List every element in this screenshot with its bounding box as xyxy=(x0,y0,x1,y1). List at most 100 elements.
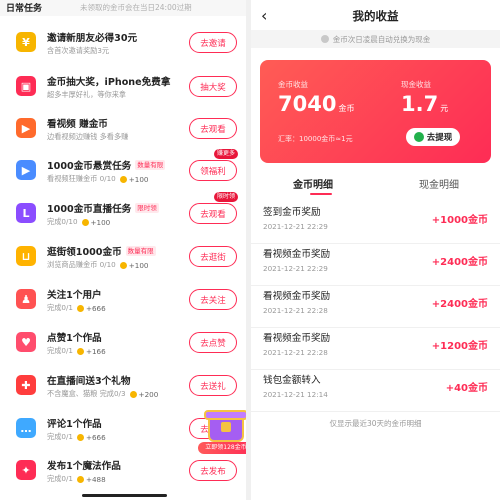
task-subtitle-text: 边看视频边赚钱 多看多赚 xyxy=(47,132,129,141)
task-subtitle: 完成0/1 +666 xyxy=(47,303,106,313)
info-icon xyxy=(320,35,329,43)
coin-icon xyxy=(76,433,84,441)
coin-icon xyxy=(129,390,137,398)
coin-icon xyxy=(76,347,84,355)
cash-unit: 元 xyxy=(440,104,449,113)
task-action-button[interactable]: 领福利 xyxy=(189,160,237,181)
gift-box-icon: ▣ xyxy=(16,76,36,96)
daily-tasks-panel: 日常任务 未领取的金币会在当日24:00过期 ¥ 邀请新朋友必得30元 含首次邀请奖… xyxy=(0,0,246,500)
coin-icon xyxy=(119,175,127,183)
task-subtitle: 浏览商品赚金币 0/10 +100 xyxy=(47,260,149,270)
record-date: 2021-12-21 22:28 xyxy=(263,348,328,357)
task-action-button[interactable]: 去观看 xyxy=(189,118,237,139)
task-tag: 数量有限 xyxy=(135,160,166,170)
withdraw-label: 去提现 xyxy=(426,133,453,143)
active-tab-indicator xyxy=(310,193,332,195)
page-title: 我的收益 xyxy=(352,9,399,23)
record-date: 2021-12-21 22:29 xyxy=(263,222,328,231)
coin-icon xyxy=(81,218,89,226)
video-play-icon: ▶ xyxy=(16,118,36,138)
task-title-text: 发布1个魔法作品 xyxy=(47,461,121,472)
live-icon: L xyxy=(16,203,36,223)
task-subtitle: 完成0/10 +100 xyxy=(47,217,110,227)
task-title-text: 1000金币悬赏任务 xyxy=(47,161,132,172)
task-subtitle: 完成0/1 +488 xyxy=(47,474,106,484)
task-action-button[interactable]: 去逛街 xyxy=(189,246,237,267)
task-subtitle: 边看视频边赚钱 多看多赚 xyxy=(47,132,128,142)
task-row: ▣ 金币抽大奖，iPhone免费拿 超多丰厚好礼，等你来拿 抽大奖 xyxy=(0,68,246,110)
shopping-cart-icon: ⊔ xyxy=(16,246,36,266)
task-row: ▶ 1000金币悬赏任务 数量有限 看视频狂赚金币 0/10 +100 领福利 赚更多 xyxy=(0,149,246,194)
task-subtitle-text: 完成0/10 xyxy=(47,217,78,226)
task-subtitle-text: 完成0/1 xyxy=(47,303,73,312)
task-action-button[interactable]: 去送礼 xyxy=(189,375,237,396)
notice-text: 金币次日凌晨自动兑换为现金 xyxy=(332,34,431,44)
task-action-button[interactable]: 去观看 xyxy=(189,203,237,224)
live-gift-icon: ✚ xyxy=(16,375,36,395)
coin-earnings-label: 金币收益 xyxy=(278,80,308,89)
task-subtitle: 看视频狂赚金币 0/10 +100 xyxy=(47,174,149,184)
tasks-header: 日常任务 未领取的金币会在当日24:00过期 xyxy=(0,0,246,16)
task-subtitle: 完成0/1 +166 xyxy=(47,346,106,356)
task-row: ♥ 点赞1个作品 完成0/1 +166 去点赞 xyxy=(0,324,246,366)
tab-cash-details[interactable]: 现金明细 xyxy=(419,176,459,191)
chest-lock-icon xyxy=(221,422,231,432)
task-title: 逛街领1000金币 数量有限 xyxy=(47,244,156,258)
task-action-button[interactable]: 去点赞 xyxy=(189,332,237,353)
cash-earnings-value: 1.7 元 xyxy=(401,92,448,116)
task-title-text: 1000金币直播任务 xyxy=(47,204,132,215)
earnings-panel: ‹ 我的收益 金币次日凌晨自动兑换为现金 金币收益 7040 金币 现金收益 1.… xyxy=(251,0,500,500)
invite-coin-icon: ¥ xyxy=(16,32,36,52)
tab-coin-details[interactable]: 金币明细 xyxy=(293,176,333,191)
task-row: L 1000金币直播任务 限时领 完成0/10 +100 去观看 限时领 xyxy=(0,192,246,237)
record-row: 看视频金币奖励 2021-12-21 22:29 +2400金币 xyxy=(251,242,500,286)
follow-user-icon: ♟ xyxy=(16,289,36,309)
records-footnote: 仅显示最近30天的金币明细 xyxy=(329,419,422,428)
coin-value: 7040 xyxy=(278,92,337,116)
task-action-button[interactable]: 去发布 xyxy=(189,460,237,481)
task-reward: +166 xyxy=(85,346,106,356)
heart-icon: ♥ xyxy=(16,332,36,352)
task-title-text: 点赞1个作品 xyxy=(47,333,102,344)
record-title: 看视频金币奖励 xyxy=(263,333,331,344)
task-title-text: 评论1个作品 xyxy=(47,419,102,430)
task-action-button[interactable]: 去邀请 xyxy=(189,32,237,53)
task-tag: 数量有限 xyxy=(125,246,156,256)
task-subtitle-text: 完成0/1 xyxy=(47,432,73,441)
record-date: 2021-12-21 12:14 xyxy=(263,390,328,399)
task-title-text: 金币抽大奖，iPhone免费拿 xyxy=(47,77,171,88)
task-reward: +100 xyxy=(128,260,149,270)
task-title-text: 在直播间送3个礼物 xyxy=(47,376,131,387)
task-reward: +100 xyxy=(90,217,111,227)
task-reward: +100 xyxy=(128,174,149,184)
screen: 日常任务 未领取的金币会在当日24:00过期 ¥ 邀请新朋友必得30元 含首次邀请奖… xyxy=(0,0,500,500)
record-amount: +2400金币 xyxy=(431,299,488,310)
record-title: 看视频金币奖励 xyxy=(263,291,331,302)
gift-chest-widget[interactable]: 立即领128金币 xyxy=(198,410,246,458)
coin-icon xyxy=(76,304,84,312)
task-title-text: 看视频 赚金币 xyxy=(47,119,108,130)
task-action-button[interactable]: 去关注 xyxy=(189,289,237,310)
record-row: 签到金币奖励 2021-12-21 22:29 +1000金币 xyxy=(251,200,500,244)
task-title: 1000金币悬赏任务 数量有限 xyxy=(47,158,166,172)
magic-publish-icon: ✦ xyxy=(16,460,36,480)
withdraw-button[interactable]: 去提现 xyxy=(406,128,460,146)
record-row: 看视频金币奖励 2021-12-21 22:28 +1200金币 xyxy=(251,326,500,370)
task-title-text: 逛街领1000金币 xyxy=(47,247,122,258)
task-row: ¥ 邀请新朋友必得30元 含首次邀请奖励3元 去邀请 xyxy=(0,24,246,66)
task-action-button[interactable]: 抽大奖 xyxy=(189,76,237,97)
record-title: 钱包金额转入 xyxy=(263,375,321,386)
task-subtitle: 超多丰厚好礼，等你来拿 xyxy=(47,90,126,100)
task-title: 发布1个魔法作品 xyxy=(47,458,121,472)
task-title-text: 邀请新朋友必得30元 xyxy=(47,33,138,44)
record-row: 钱包金额转入 2021-12-21 12:14 +40金币 xyxy=(251,368,500,412)
record-title: 签到金币奖励 xyxy=(263,207,321,218)
task-title: 看视频 赚金币 xyxy=(47,116,108,130)
task-row: ▶ 看视频 赚金币边看视频边赚钱 多看多赚 去观看 xyxy=(0,110,246,152)
coin-unit: 金币 xyxy=(338,104,355,113)
wechat-icon xyxy=(413,132,424,142)
record-amount: +1200金币 xyxy=(431,341,488,352)
task-bubble-badge: 赚更多 xyxy=(214,149,239,159)
record-amount: +1000金币 xyxy=(431,215,488,226)
task-title: 金币抽大奖，iPhone免费拿 xyxy=(47,74,170,88)
